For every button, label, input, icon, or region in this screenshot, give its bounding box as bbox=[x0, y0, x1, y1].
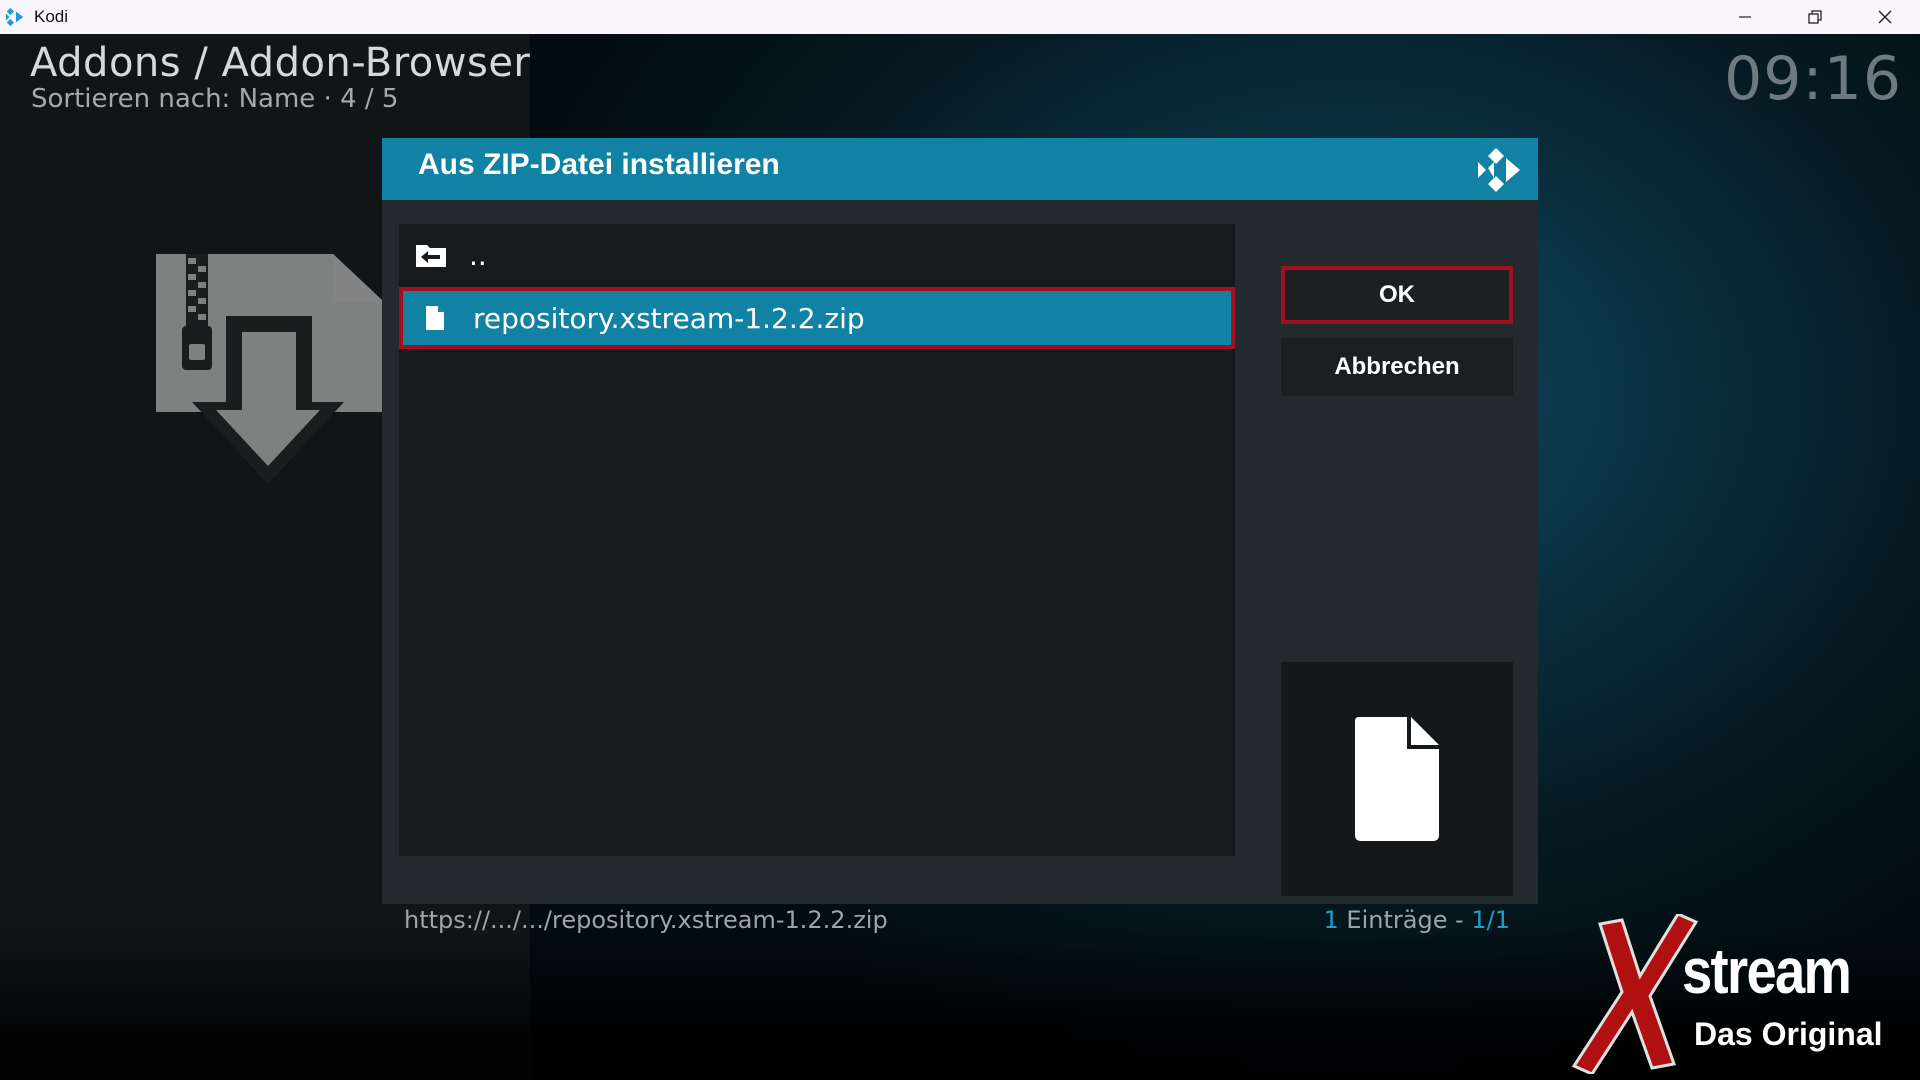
dialog-header: Aus ZIP-Datei installieren bbox=[382, 138, 1538, 200]
xstream-watermark: stream Das Original bbox=[1570, 914, 1910, 1074]
file-thumbnail bbox=[1281, 662, 1513, 896]
item-count-label: Einträge - bbox=[1338, 906, 1472, 934]
window-controls bbox=[1710, 0, 1920, 34]
kodi-stage: Addons / Addon-Browser Sortieren nach: N… bbox=[0, 34, 1920, 1080]
kodi-app-icon bbox=[5, 7, 24, 27]
install-from-zip-dialog: Aus ZIP-Datei installieren .. repository… bbox=[382, 138, 1538, 934]
window-title: Kodi bbox=[34, 7, 69, 26]
file-list[interactable]: .. repository.xstream-1.2.2.zip bbox=[399, 224, 1235, 856]
close-icon bbox=[1878, 10, 1892, 24]
dialog-title: Aus ZIP-Datei installieren bbox=[418, 148, 780, 181]
minimize-icon bbox=[1739, 16, 1751, 18]
watermark-brand: stream bbox=[1682, 935, 1852, 1007]
watermark-tagline: Das Original bbox=[1694, 1016, 1883, 1052]
list-item-label: .. bbox=[469, 238, 487, 272]
list-item-parent-dir[interactable]: .. bbox=[399, 224, 1235, 286]
maximize-button[interactable] bbox=[1780, 0, 1850, 34]
selected-path: https://.../.../repository.xstream-1.2.2… bbox=[404, 906, 888, 934]
list-item-zip-file[interactable]: repository.xstream-1.2.2.zip bbox=[399, 287, 1235, 349]
cancel-button[interactable]: Abbrechen bbox=[1281, 338, 1513, 396]
minimize-button[interactable] bbox=[1710, 0, 1780, 34]
item-count-number: 1 bbox=[1323, 906, 1339, 934]
restore-icon bbox=[1808, 10, 1822, 24]
file-preview-icon bbox=[1355, 717, 1439, 841]
file-icon bbox=[417, 300, 453, 336]
folder-back-icon bbox=[413, 237, 449, 273]
zip-install-icon bbox=[156, 254, 384, 484]
window-titlebar: Kodi bbox=[0, 0, 1920, 34]
sort-info: Sortieren nach: Name · 4 / 5 bbox=[31, 84, 399, 114]
list-item-label: repository.xstream-1.2.2.zip bbox=[473, 301, 865, 335]
item-count: 1 Einträge - 1/1 bbox=[1324, 906, 1510, 934]
kodi-logo-icon bbox=[1478, 148, 1520, 192]
item-count-page: 1/1 bbox=[1471, 906, 1510, 934]
close-button[interactable] bbox=[1850, 0, 1920, 34]
ok-button[interactable]: OK bbox=[1281, 266, 1513, 324]
clock: 09:16 bbox=[1724, 44, 1902, 114]
page-title: Addons / Addon-Browser bbox=[30, 40, 531, 86]
xstream-x-logo bbox=[1571, 914, 1699, 1074]
